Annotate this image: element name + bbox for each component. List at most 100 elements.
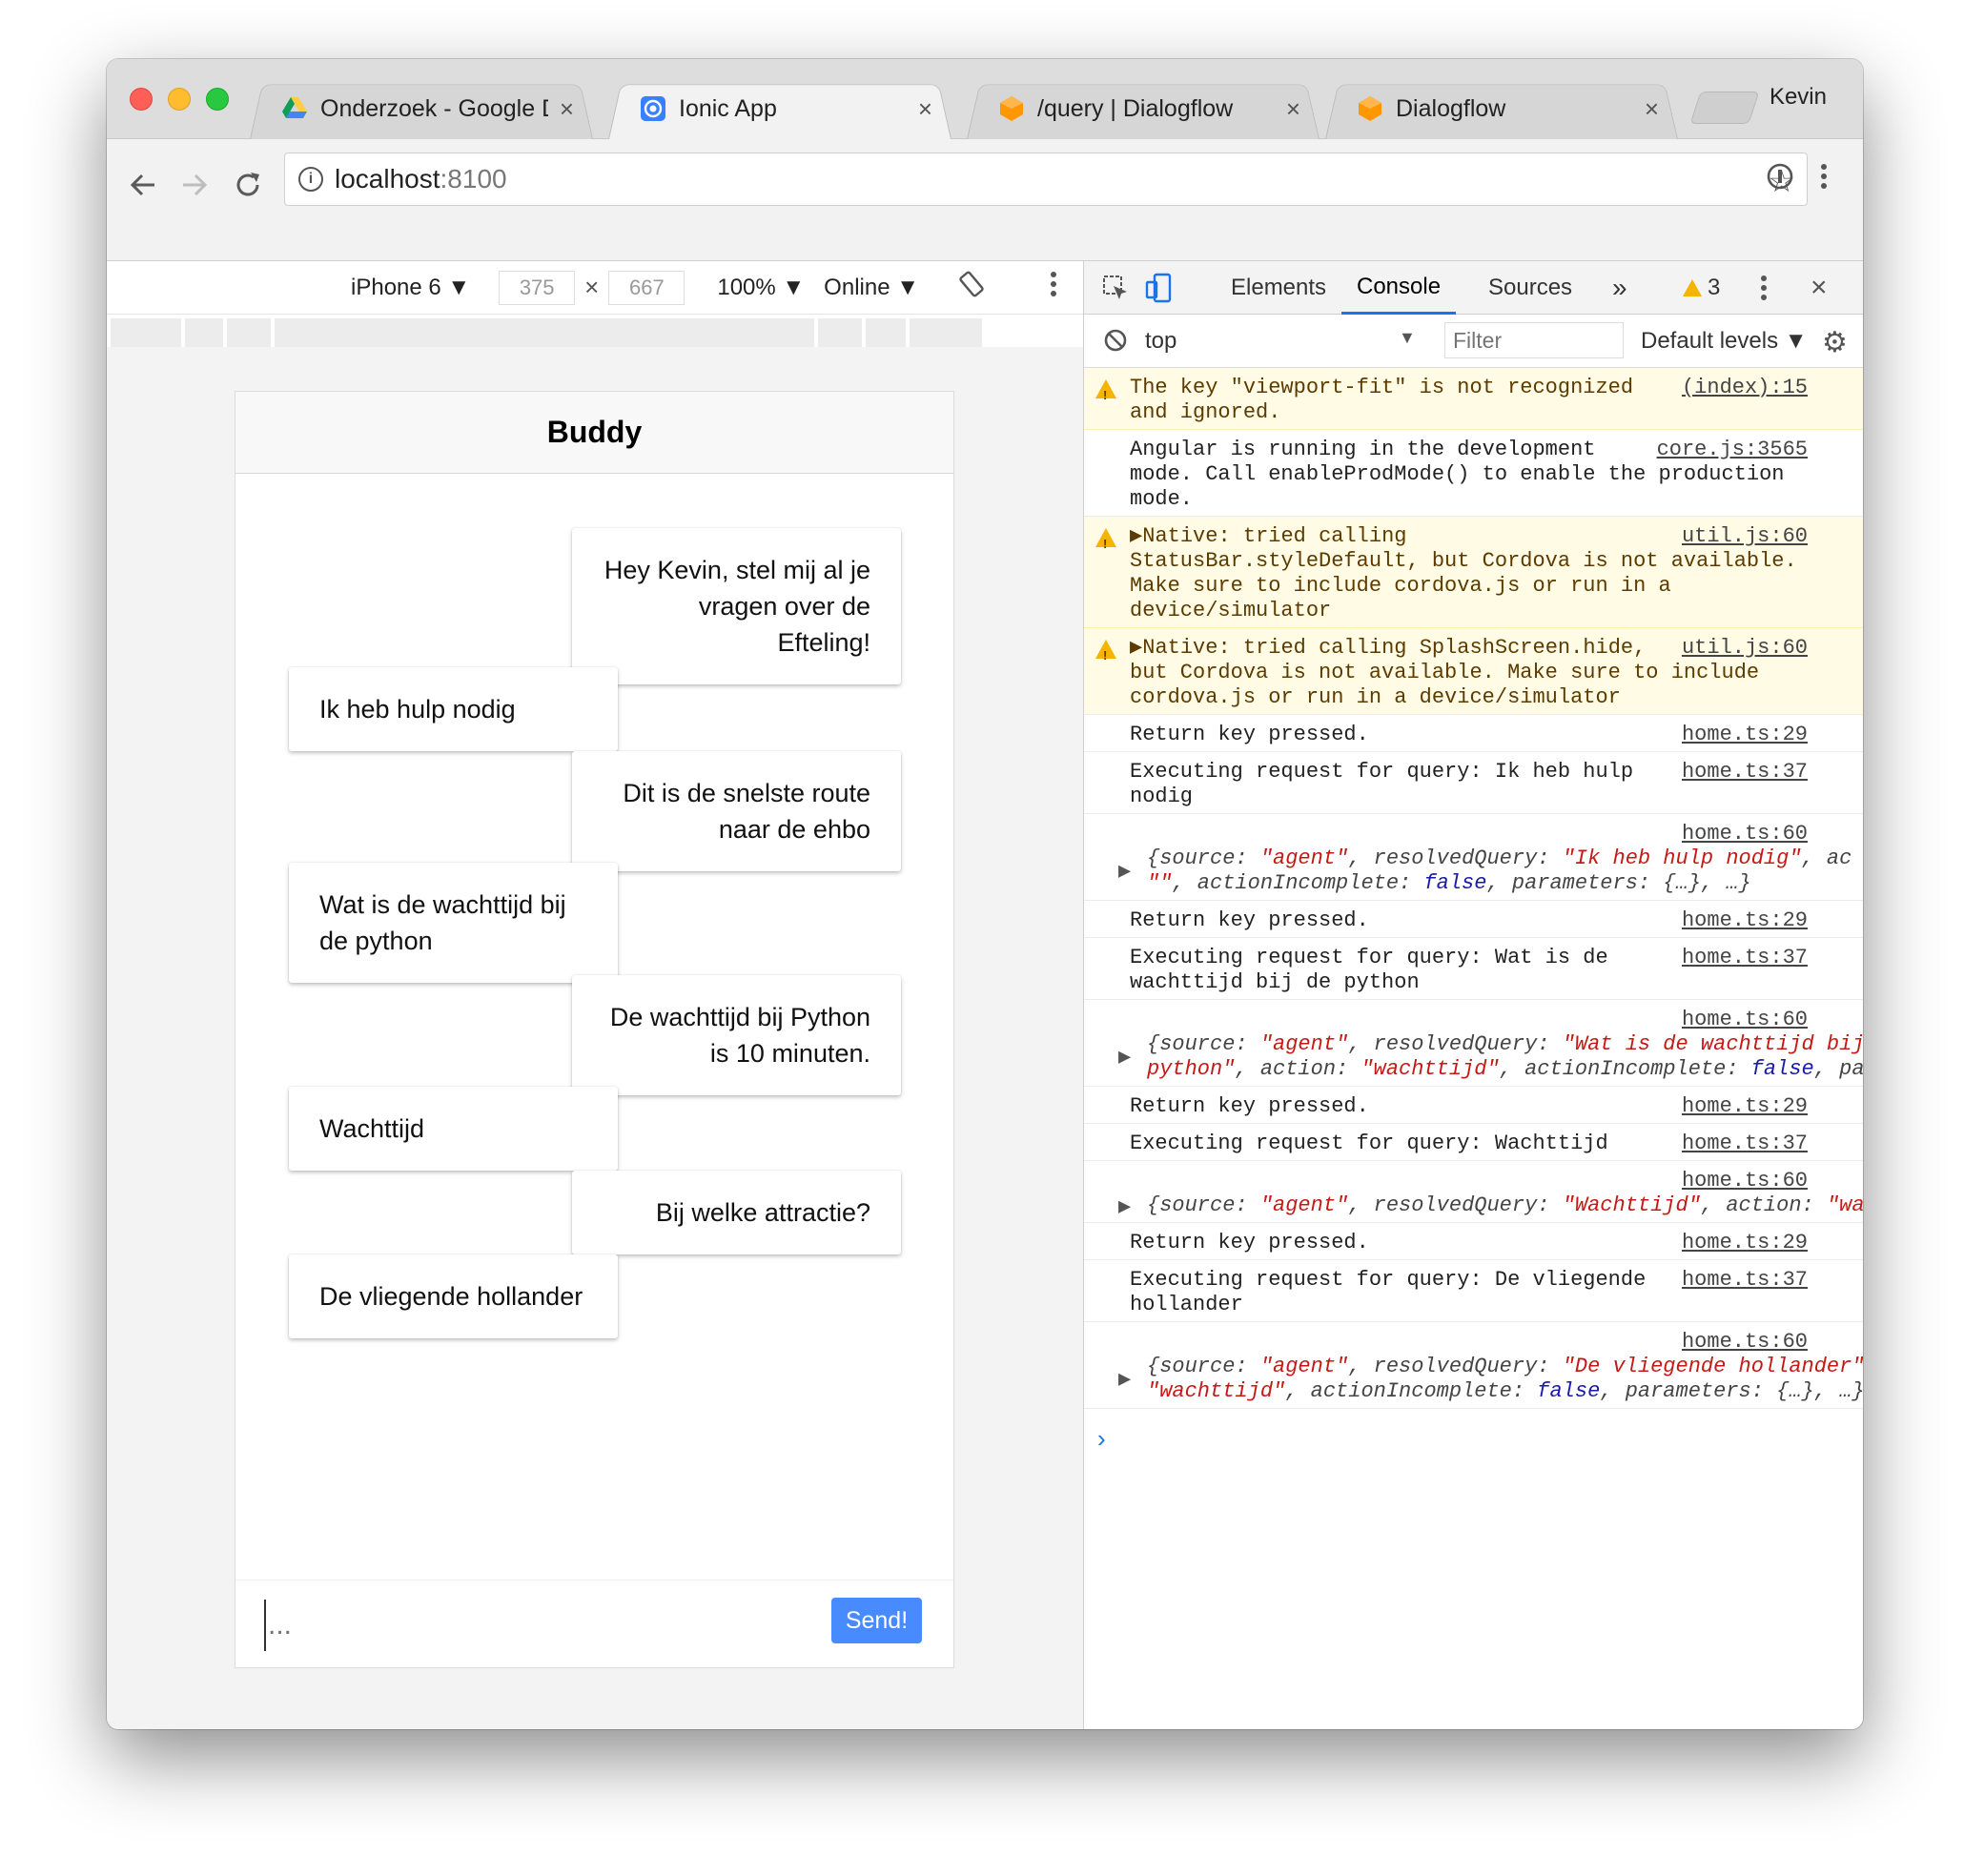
tab-query-dialogflow[interactable]: /query | Dialogflow × — [967, 78, 1320, 139]
chevron-down-icon[interactable]: ▼ — [1399, 328, 1416, 348]
source-link[interactable]: home.ts:60 — [1674, 822, 1808, 846]
device-toggle-icon[interactable] — [1145, 261, 1174, 315]
google-drive-icon — [282, 96, 307, 121]
page-title: Buddy — [235, 392, 953, 474]
tab-sources[interactable]: Sources — [1488, 261, 1572, 315]
console-text: Return key pressed. — [1130, 1094, 1369, 1118]
zoom-select[interactable]: 100% ▼ — [717, 275, 805, 301]
expand-triangle-icon[interactable]: ▶ — [1118, 1195, 1131, 1220]
dimension-separator: × — [584, 273, 600, 301]
window-minimize-button[interactable] — [168, 88, 191, 111]
forward-arrow-icon[interactable] — [175, 166, 214, 204]
more-tabs-icon[interactable]: » — [1612, 261, 1627, 315]
warning-counter[interactable]: 3 — [1683, 261, 1720, 315]
console-message: Return key pressed. home.ts:29 — [1084, 715, 1863, 752]
bot-message: Hey Kevin, stel mij al je vragen over de… — [572, 528, 901, 684]
gear-icon[interactable]: ⚙ — [1822, 326, 1848, 359]
close-icon[interactable]: × — [1286, 94, 1300, 124]
extension-icon[interactable] — [1766, 162, 1794, 198]
viewport-width-input[interactable]: 375 — [499, 270, 576, 305]
warning-icon — [1683, 279, 1702, 296]
menu-kebab-icon[interactable] — [1819, 162, 1829, 198]
console-message[interactable]: ▶ {source: "agent", resolvedQuery: "Wacht… — [1084, 1161, 1863, 1223]
console-text: ▶Native: tried calling SplashScreen.hide… — [1130, 636, 1760, 709]
console-message[interactable]: ▶ {source: "agent", resolvedQuery: "De vl… — [1084, 1322, 1863, 1409]
window-maximize-button[interactable] — [206, 88, 229, 111]
chat-list: Hey Kevin, stel mij al je vragen over de… — [235, 474, 953, 1580]
source-link[interactable]: home.ts:37 — [1674, 1268, 1808, 1293]
tab-ionic-app[interactable]: Ionic App × — [608, 78, 951, 139]
dialogflow-icon — [999, 96, 1024, 121]
back-arrow-icon[interactable] — [124, 166, 162, 204]
console-message[interactable]: ▶ {source: "agent", resolvedQuery: "Wat i… — [1084, 1000, 1863, 1087]
rotate-icon[interactable] — [957, 270, 986, 305]
address-bar[interactable]: i localhost :8100 ☆ — [284, 153, 1808, 206]
bot-message: De wachttijd bij Python is 10 minuten. — [572, 975, 901, 1095]
source-link[interactable]: home.ts:29 — [1674, 723, 1808, 747]
source-link[interactable]: home.ts:29 — [1674, 1231, 1808, 1255]
info-icon[interactable]: i — [298, 167, 323, 192]
source-link[interactable]: home.ts:60 — [1674, 1169, 1808, 1193]
tab-dialogflow[interactable]: Dialogflow × — [1325, 78, 1678, 139]
reload-icon[interactable] — [229, 166, 267, 204]
source-link[interactable]: util.js:60 — [1673, 524, 1808, 549]
source-link[interactable]: (index):15 — [1673, 376, 1808, 400]
clear-console-icon[interactable] — [1103, 328, 1128, 359]
console-message: Executing request for query: De vliegend… — [1084, 1260, 1863, 1322]
browser-toolbar: i localhost :8100 ☆ — [107, 139, 1863, 261]
window-close-button[interactable] — [130, 88, 153, 111]
devtools-menu-icon[interactable] — [1759, 261, 1769, 315]
bot-message: Dit is de snelste route naar de ehbo — [572, 751, 901, 871]
dialogflow-icon — [1358, 96, 1382, 121]
network-select[interactable]: Online ▼ — [824, 275, 919, 301]
context-select[interactable]: top — [1145, 328, 1176, 355]
warning-icon — [1095, 640, 1116, 668]
console-warning: ▶Native: tried calling SplashScreen.hide… — [1084, 628, 1863, 715]
console-message[interactable]: ▶ {source: "agent", resolvedQuery: "Ik he… — [1084, 814, 1863, 901]
log-levels-select[interactable]: Default levels ▼ — [1641, 328, 1808, 355]
tab-title: Onderzoek - Google Dr — [320, 94, 548, 122]
console-filter-input[interactable] — [1444, 322, 1624, 358]
source-link[interactable]: home.ts:60 — [1674, 1330, 1808, 1355]
source-link[interactable]: home.ts:37 — [1674, 1132, 1808, 1156]
source-link[interactable]: core.js:3565 — [1649, 438, 1808, 462]
source-link[interactable]: home.ts:60 — [1674, 1008, 1808, 1032]
device-menu-icon[interactable] — [1049, 271, 1058, 304]
source-link[interactable]: util.js:60 — [1673, 636, 1808, 661]
console-filter-bar: top ▼ Default levels ▼ ⚙ — [1084, 315, 1863, 368]
profile-name[interactable]: Kevin — [1770, 84, 1827, 111]
expand-triangle-icon[interactable]: ▶ — [1118, 860, 1131, 885]
message-input[interactable] — [264, 1600, 817, 1651]
console-text: Return key pressed. — [1130, 908, 1369, 932]
ionic-icon — [641, 96, 665, 121]
device-select[interactable]: iPhone 6 ▼ — [351, 275, 470, 301]
devtools-tabbar: Elements Console Sources » 3 × — [1084, 261, 1863, 315]
console-message: Executing request for query: Ik heb hulp… — [1084, 752, 1863, 814]
url-host: localhost — [335, 164, 440, 194]
console-message: Return key pressed. home.ts:29 — [1084, 1087, 1863, 1124]
tab-console[interactable]: Console — [1341, 261, 1457, 315]
source-link[interactable]: home.ts:29 — [1674, 908, 1808, 933]
tab-onderzoek[interactable]: Onderzoek - Google Dr × — [250, 78, 593, 139]
warning-count: 3 — [1708, 275, 1721, 300]
expand-triangle-icon[interactable]: ▶ — [1118, 1368, 1131, 1393]
close-icon[interactable]: × — [560, 94, 574, 124]
console-prompt[interactable]: › — [1097, 1424, 1106, 1454]
tab-title: /query | Dialogflow — [1037, 94, 1234, 122]
close-icon[interactable]: × — [1645, 94, 1659, 124]
expand-triangle-icon[interactable]: ▶ — [1118, 1046, 1131, 1071]
source-link[interactable]: home.ts:37 — [1674, 760, 1808, 785]
inspect-element-icon[interactable] — [1101, 261, 1130, 315]
send-button[interactable]: Send! — [831, 1598, 922, 1643]
close-icon[interactable]: × — [918, 94, 932, 124]
viewport-height-input[interactable]: 667 — [608, 270, 685, 305]
source-link[interactable]: home.ts:37 — [1674, 946, 1808, 970]
tab-elements[interactable]: Elements — [1231, 261, 1326, 315]
console-message: Return key pressed. home.ts:29 — [1084, 1223, 1863, 1260]
console-text: The key "viewport-fit" is not recognized… — [1130, 376, 1634, 424]
source-link[interactable]: home.ts:29 — [1674, 1094, 1808, 1119]
close-devtools-icon[interactable]: × — [1811, 261, 1828, 315]
console-text: Executing request for query: De vliegend… — [1130, 1268, 1647, 1316]
new-tab-button[interactable] — [1689, 92, 1760, 124]
media-query-ruler — [107, 316, 1083, 347]
